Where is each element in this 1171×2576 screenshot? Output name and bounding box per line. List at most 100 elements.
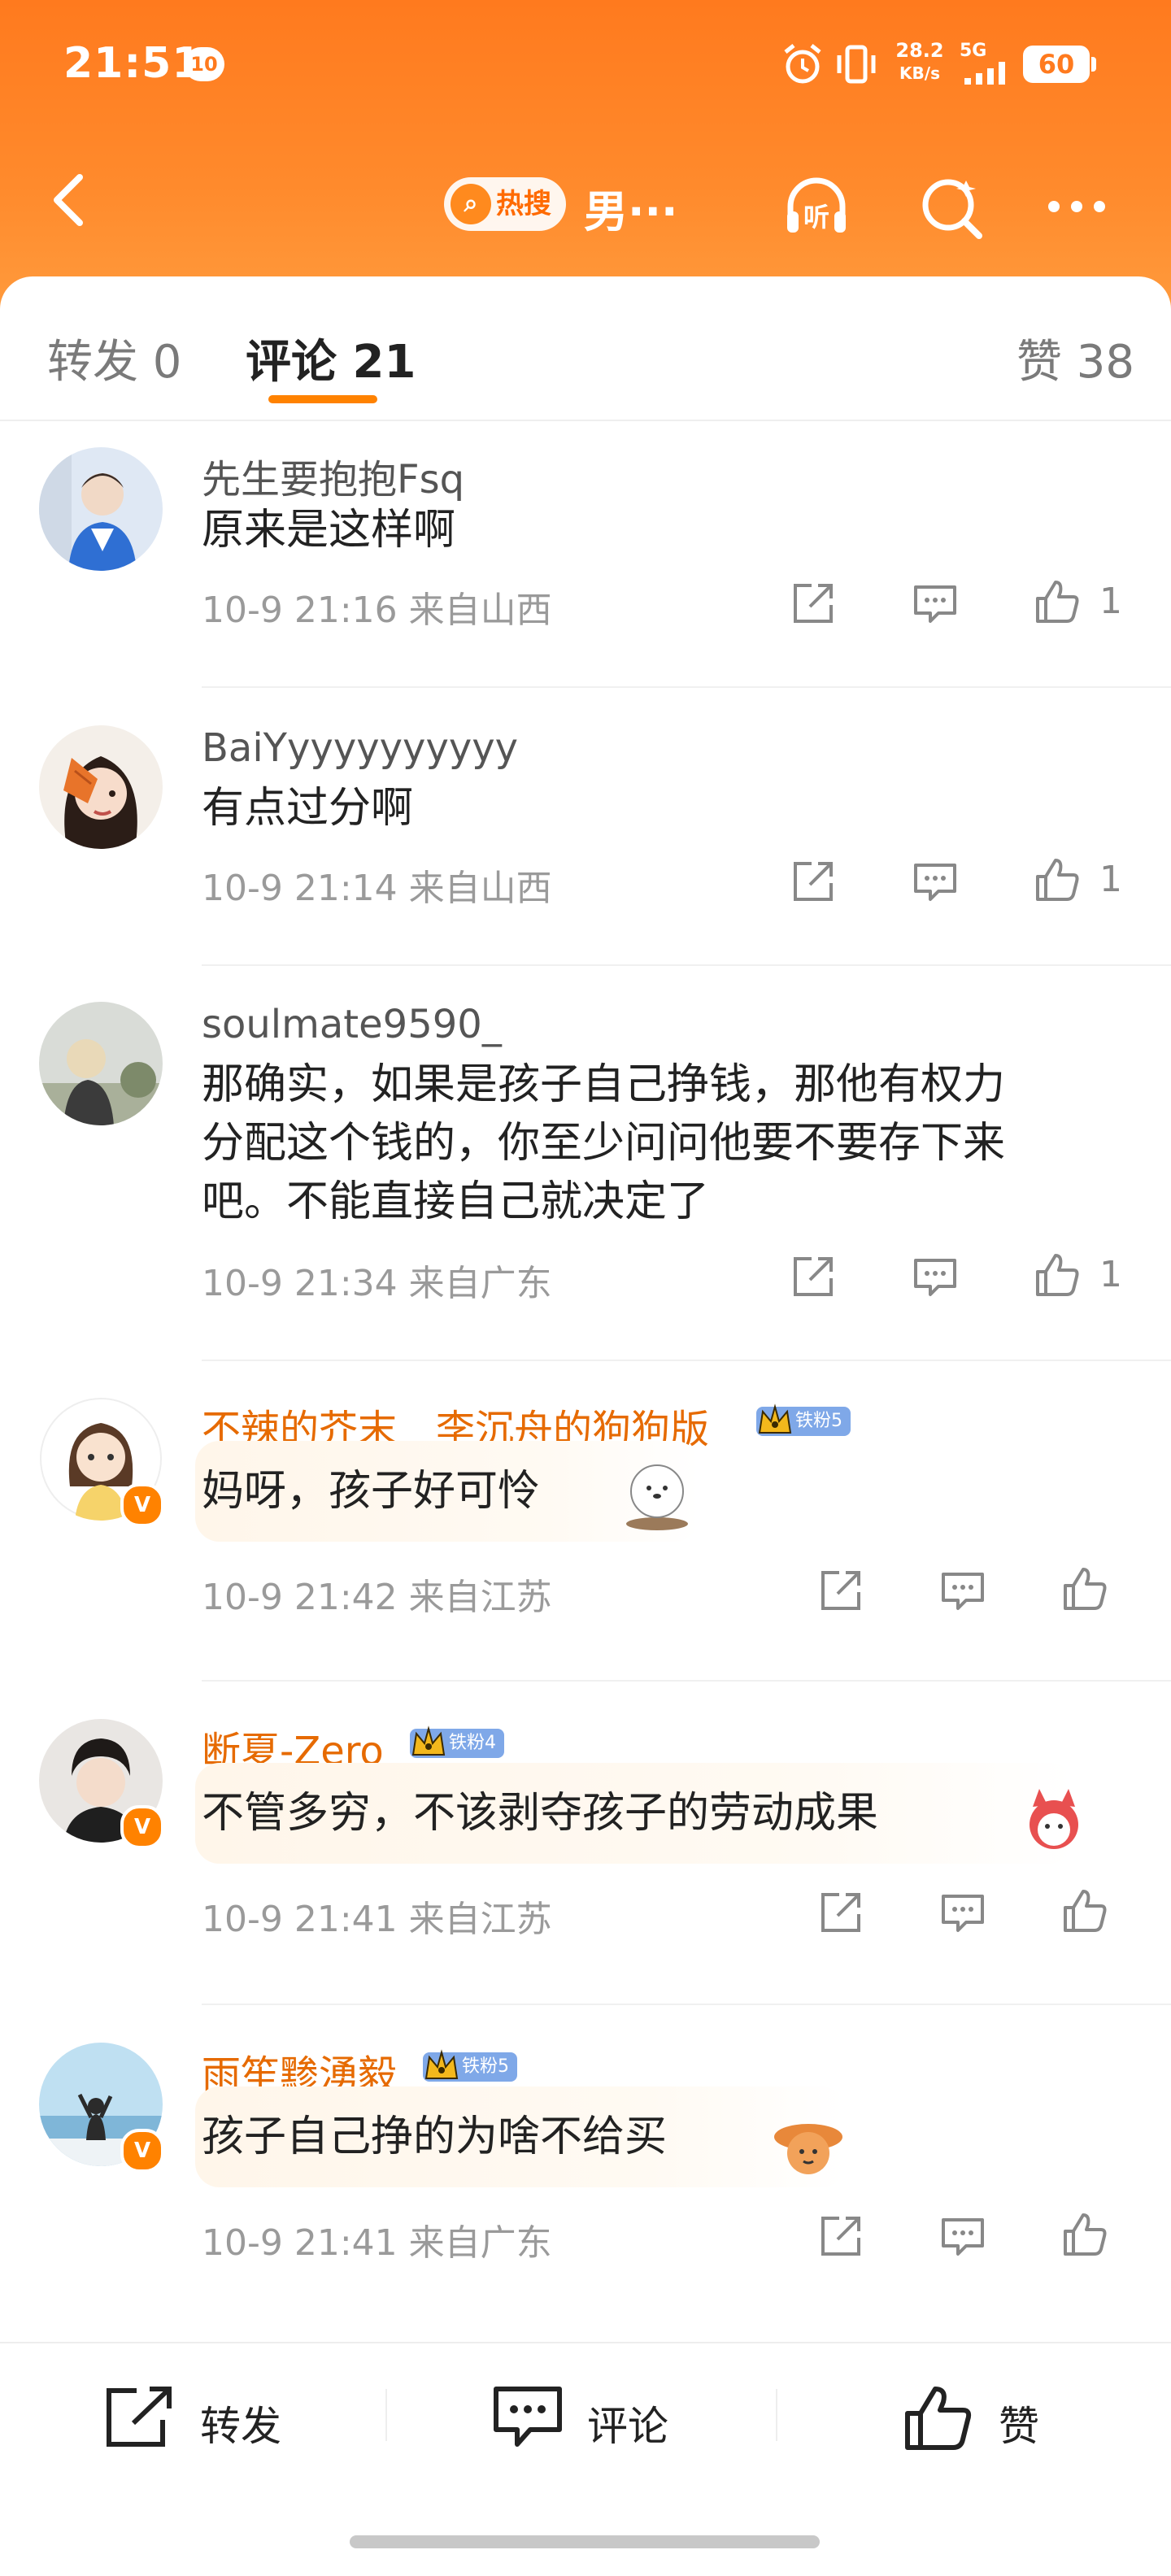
net-speed-value: 28.2 [895, 39, 944, 62]
comment-icon[interactable] [937, 2210, 989, 2262]
net-speed: 28.2 KB/s [891, 39, 948, 85]
comment-button[interactable]: 评论 [491, 2376, 703, 2457]
avatar[interactable] [39, 1002, 163, 1125]
comment-text-line: 分配这个钱的，你至少问问他要不要存下来 [202, 1119, 1006, 1168]
signal-icon [964, 62, 1005, 85]
alarm-icon [784, 44, 821, 84]
comment-icon[interactable] [909, 577, 961, 629]
fan-badge[interactable]: 铁粉5 [756, 1403, 851, 1436]
like-label: 赞 [999, 2403, 1039, 2450]
comment-text-line: 那确实，如果是孩子自己挣钱，那他有权力 [202, 1060, 1006, 1109]
back-icon[interactable] [37, 168, 102, 233]
tab-repost[interactable]: 转发 0 [47, 325, 181, 391]
repost-label: 转发 [200, 2403, 281, 2450]
tab-likes[interactable]: 赞 38 [1016, 325, 1134, 391]
comment-meta: 10-9 21:41 来自江苏 [202, 1899, 552, 1940]
comment-meta: 10-9 21:42 来自江苏 [202, 1577, 552, 1618]
comment-icon[interactable] [937, 1886, 989, 1939]
comment-meta: 10-9 21:16 来自山西 [202, 590, 552, 631]
crown-icon [424, 2049, 459, 2079]
share-icon[interactable] [787, 855, 839, 907]
like-icon[interactable] [1031, 1249, 1083, 1301]
comment-text-line: 吧。不能直接自己就决定了 [202, 1177, 710, 1226]
like-count: 1 [1099, 1254, 1122, 1295]
status-bar: 21:51 10 28.2 KB/s 5G 60 [0, 0, 1171, 130]
hot-search-badge[interactable]: ⌕ 热搜 [444, 177, 566, 231]
like-icon[interactable] [1031, 576, 1083, 628]
divider [202, 686, 1171, 688]
like-count: 1 [1099, 581, 1122, 622]
fan-badge[interactable]: 铁粉5 [423, 2049, 517, 2082]
more-icon[interactable] [1043, 172, 1111, 241]
navbar: ⌕ 热搜 男··· 听 [0, 146, 1171, 260]
username[interactable]: soulmate9590_ [202, 1002, 502, 1047]
network-type: 5G [960, 41, 987, 61]
avatar[interactable] [39, 725, 163, 849]
like-count: 1 [1099, 859, 1122, 900]
hot-search-label: 热搜 [496, 188, 551, 220]
share-icon [107, 2387, 172, 2447]
share-icon[interactable] [815, 1886, 867, 1939]
fan-badge-label: 铁粉5 [795, 1411, 842, 1431]
username[interactable]: BaiYyyyyyyyyyy [202, 725, 518, 771]
active-tab-indicator [268, 395, 377, 403]
comments-panel: 转发 0 评论 21 赞 38 先生要抱抱Fsq 原来是这样啊 10-9 21:… [0, 276, 1171, 2342]
search-icon[interactable] [917, 172, 986, 241]
sticker-icon [1030, 1789, 1078, 1849]
battery-indicator: 60 [1023, 46, 1096, 83]
comment-meta: 10-9 21:41 来自广东 [202, 2222, 552, 2264]
divider [202, 964, 1171, 966]
comment-text: 原来是这样啊 [202, 506, 456, 555]
notification-badge: 10 [184, 47, 224, 81]
comment-icon[interactable] [909, 1251, 961, 1303]
listen-label: 听 [803, 202, 829, 233]
like-icon[interactable] [1059, 2208, 1111, 2261]
net-speed-unit: KB/s [899, 63, 940, 83]
comment-text: 有点过分啊 [202, 784, 414, 833]
avatar[interactable] [39, 447, 163, 571]
like-icon [905, 2387, 972, 2450]
tab-bar: 转发 0 评论 21 赞 38 [0, 276, 1171, 421]
search-small-icon: ⌕ [451, 184, 491, 224]
comment-text: 孩子自己挣的为啥不给买 [202, 2113, 668, 2161]
comment-text: 不管多穷，不该剥夺孩子的劳动成果 [202, 1789, 879, 1838]
sticker-icon [626, 1464, 688, 1530]
like-icon[interactable] [1059, 1885, 1111, 1937]
crown-icon [411, 1725, 446, 1756]
share-icon[interactable] [787, 577, 839, 629]
verified-icon: V [120, 1483, 164, 1527]
divider [202, 1680, 1171, 1682]
header: 21:51 10 28.2 KB/s 5G 60 ⌕ 热搜 男··· 听 [0, 0, 1171, 309]
username[interactable]: 先生要抱抱Fsq [202, 447, 464, 504]
bottom-action-bar: 转发 评论 赞 [0, 2342, 1171, 2490]
like-icon[interactable] [1031, 854, 1083, 906]
share-icon[interactable] [815, 2210, 867, 2262]
clock: 21:51 [63, 39, 202, 88]
page-title[interactable]: 男··· [584, 176, 678, 240]
repost-button[interactable]: 转发 [104, 2376, 299, 2457]
separator [385, 2389, 387, 2441]
comment-icon[interactable] [937, 1564, 989, 1617]
like-button[interactable]: 赞 [903, 2376, 1065, 2457]
share-icon[interactable] [787, 1251, 839, 1303]
divider [202, 1360, 1171, 1361]
verified-icon: V [120, 1805, 164, 1849]
comment-meta: 10-9 21:34 来自广东 [202, 1263, 552, 1304]
verified-icon: V [120, 2129, 164, 2173]
separator [776, 2389, 777, 2441]
tab-comments[interactable]: 评论 21 [246, 325, 416, 391]
share-icon[interactable] [815, 1564, 867, 1617]
divider [202, 2004, 1171, 2005]
comment-icon[interactable] [909, 855, 961, 907]
comment-meta: 10-9 21:14 来自山西 [202, 868, 552, 909]
sticker-icon [774, 2124, 842, 2174]
listen-icon[interactable]: 听 [782, 172, 851, 241]
fan-badge-label: 铁粉4 [449, 1733, 496, 1753]
like-icon[interactable] [1059, 1563, 1111, 1615]
comment-label: 评论 [587, 2403, 668, 2450]
home-indicator[interactable] [350, 2535, 820, 2548]
comment-text: 妈呀，孩子好可怜 [202, 1467, 541, 1516]
comment-icon [494, 2387, 562, 2447]
crown-icon [758, 1403, 792, 1434]
fan-badge[interactable]: 铁粉4 [410, 1725, 504, 1758]
